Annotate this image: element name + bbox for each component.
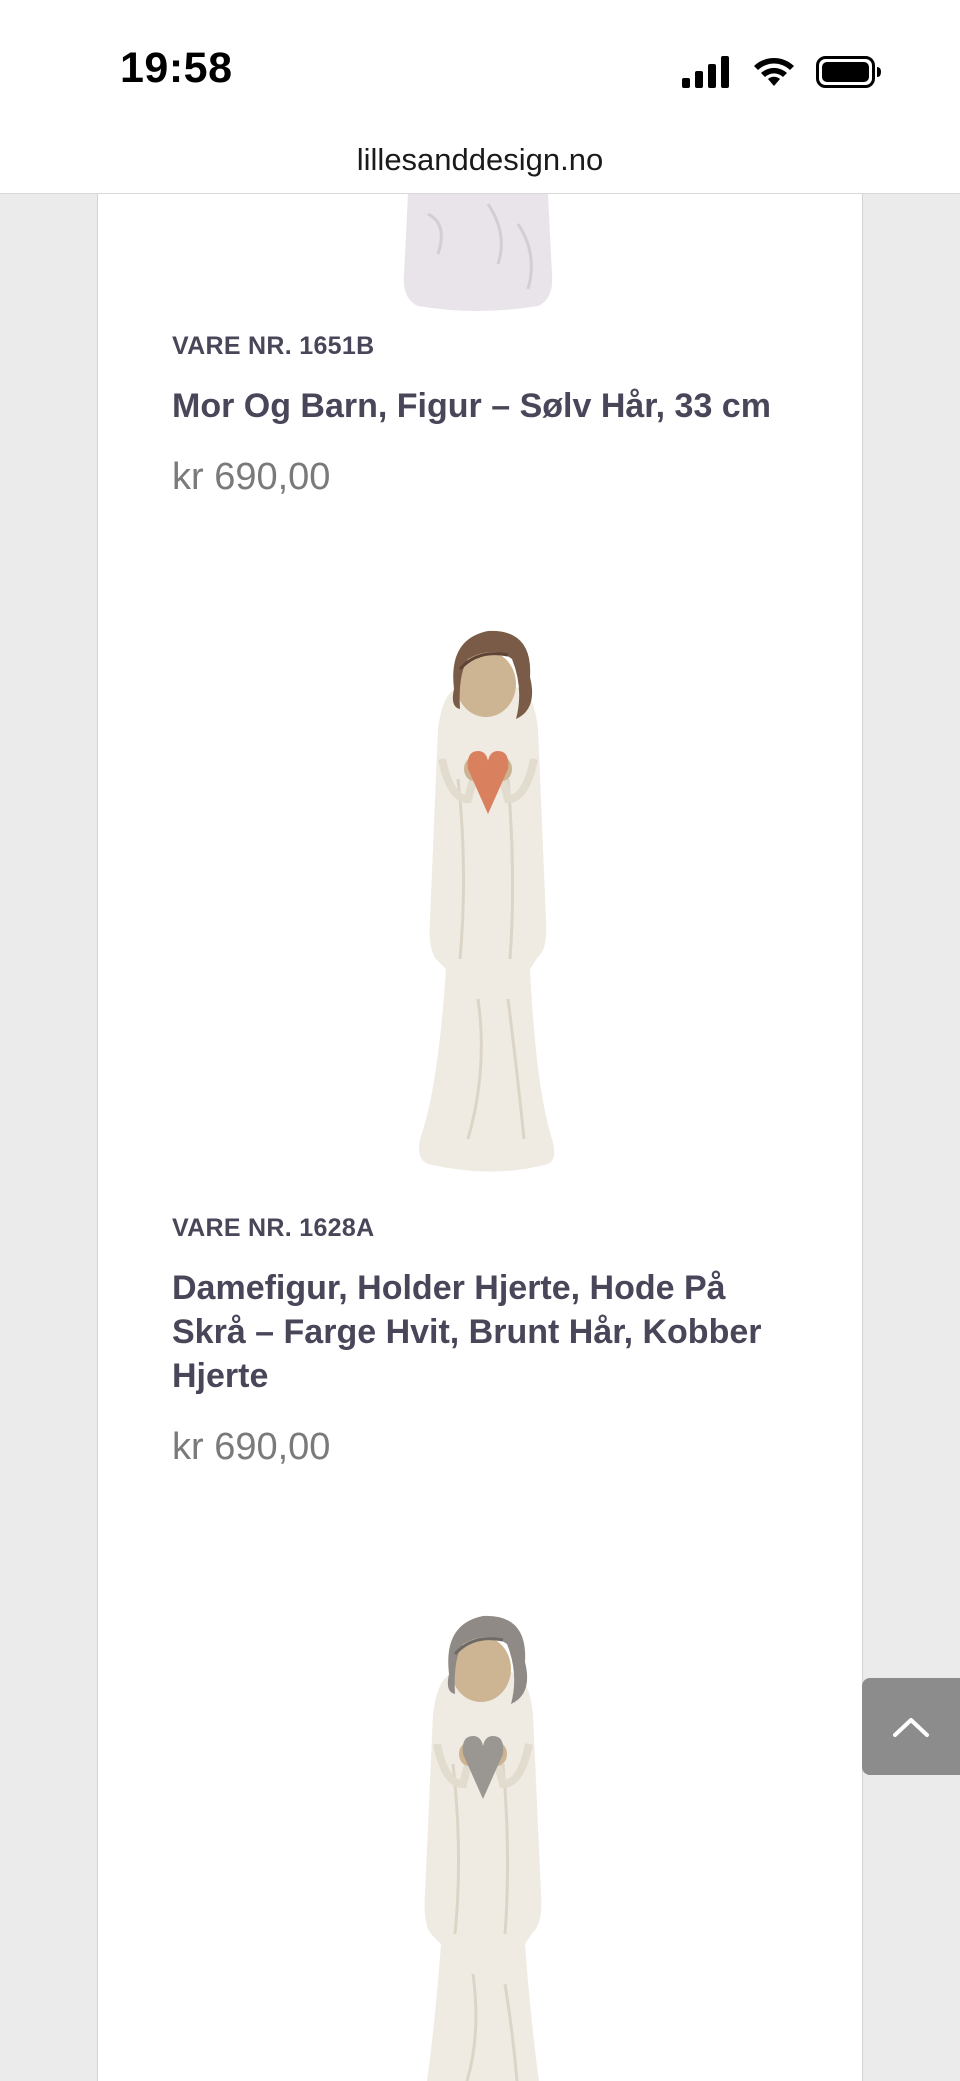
status-bar: 19:58 <box>0 0 960 132</box>
url-text: lillesanddesign.no <box>356 142 604 177</box>
cellular-signal-icon <box>682 56 729 88</box>
product-image[interactable] <box>398 619 578 1179</box>
product-image[interactable] <box>393 1594 573 2081</box>
product-title[interactable]: Mor Og Barn, Figur – Sølv Hår, 33 cm <box>172 384 792 428</box>
address-bar[interactable]: lillesanddesign.no <box>0 132 960 194</box>
product-list: VARE NR. 1651B Mor Og Barn, Figur – Sølv… <box>97 194 863 2081</box>
chevron-up-icon <box>893 1717 929 1737</box>
status-time: 19:58 <box>120 44 233 92</box>
back-to-top-button[interactable] <box>862 1678 960 1775</box>
status-icons <box>682 52 882 92</box>
product-sku: VARE NR. 1651B <box>172 332 375 360</box>
product-sku: VARE NR. 1628A <box>172 1214 375 1242</box>
product-price: kr 690,00 <box>172 1426 331 1468</box>
wifi-icon <box>754 58 794 86</box>
product-title[interactable]: Damefigur, Holder Hjerte, Hode På Skrå –… <box>172 1266 792 1398</box>
product-price: kr 690,00 <box>172 456 331 498</box>
battery-icon <box>816 56 881 88</box>
product-image[interactable] <box>398 194 558 316</box>
